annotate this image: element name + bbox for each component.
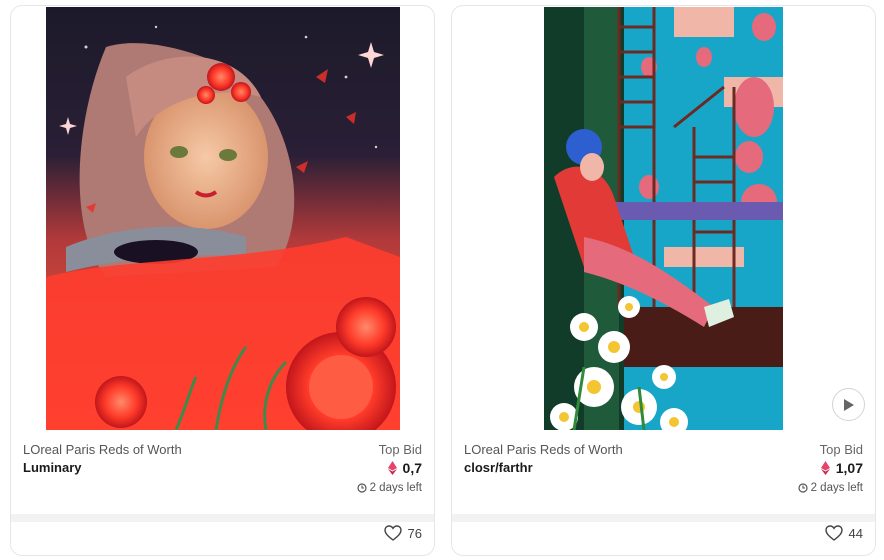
nft-card[interactable]: LOreal Paris Reds of Worth Luminary Top … [10,5,435,556]
ethereum-icon [387,461,397,475]
nft-card-info: LOreal Paris Reds of Worth Luminary Top … [23,442,422,502]
like-count: 76 [407,525,422,541]
time-left: 2 days left [797,482,863,494]
collection-name[interactable]: LOreal Paris Reds of Worth [464,442,623,457]
nft-card-grid: LOreal Paris Reds of Worth Luminary Top … [0,0,884,560]
heart-icon[interactable] [383,525,402,541]
bid-value: 0,7 [402,460,422,476]
play-icon[interactable] [843,398,855,412]
time-left-text: 2 days left [810,482,863,494]
top-bid-label: Top Bid [819,442,863,457]
clock-icon [356,483,367,493]
ethereum-icon [820,461,830,475]
like-button[interactable]: 76 [383,525,422,541]
artist-name[interactable]: Luminary [23,460,82,475]
card-divider [11,514,434,522]
nft-artwork-video[interactable] [544,7,783,430]
play-video-button[interactable] [832,388,865,421]
like-count: 44 [848,525,863,541]
card-divider [452,514,875,522]
nft-artwork-image[interactable] [46,7,400,430]
top-bid-label: Top Bid [378,442,422,457]
nft-card-info: LOreal Paris Reds of Worth closr/farthr … [464,442,863,502]
heart-icon[interactable] [824,525,843,541]
bid-value: 1,07 [835,460,863,476]
time-left-text: 2 days left [369,482,422,494]
time-left: 2 days left [356,482,422,494]
nft-card[interactable]: LOreal Paris Reds of Worth closr/farthr … [451,5,876,556]
collection-name[interactable]: LOreal Paris Reds of Worth [23,442,182,457]
top-bid-amount: 0,7 [387,460,422,476]
clock-icon [797,483,808,493]
top-bid-amount: 1,07 [820,460,863,476]
like-button[interactable]: 44 [824,525,863,541]
artist-name[interactable]: closr/farthr [464,460,533,475]
